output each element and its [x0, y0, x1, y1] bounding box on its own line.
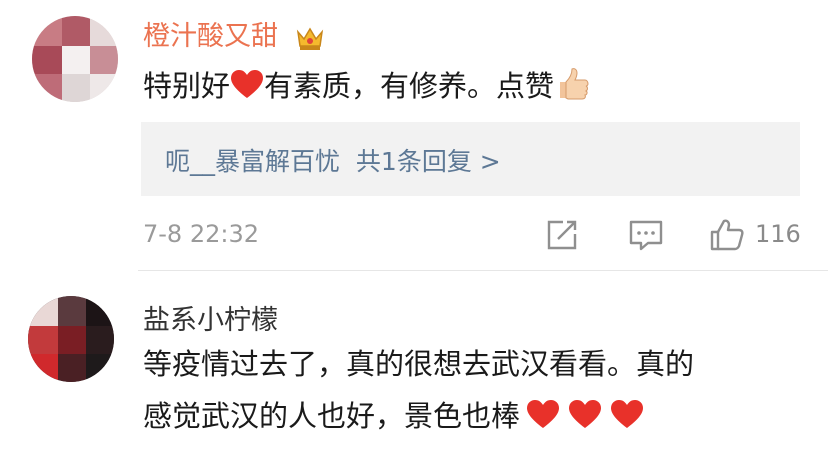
share-icon[interactable] — [543, 216, 581, 254]
comment-text: 等疫情过去了，真的很想去武汉看看。真的 感觉武汉的人也好，景色也棒 — [143, 347, 695, 433]
avatar[interactable] — [32, 16, 118, 102]
avatar[interactable] — [28, 296, 114, 382]
comment-icon[interactable] — [627, 216, 665, 254]
heart-emoji-icon — [527, 400, 560, 428]
crown-icon — [296, 27, 323, 50]
heart-emoji-icon — [611, 400, 644, 428]
username-text[interactable]: 橙汁酸又甜 — [143, 21, 278, 52]
username[interactable]: 橙汁酸又甜 — [143, 14, 325, 53]
reply-link[interactable]: 呃__暴富解百忧 共1条回复 > — [165, 142, 501, 178]
timestamp: 7-8 22:32 — [143, 220, 259, 248]
comment-item: 橙汁酸又甜 特别好 有素质，有修养。点赞 呃__暴富解百忧 共1条回复 > 7-8… — [0, 0, 828, 271]
reply-preview[interactable]: 呃__暴富解百忧 共1条回复 > — [141, 122, 800, 196]
thumbs-up-emoji-icon — [560, 68, 589, 100]
like-count: 116 — [755, 220, 801, 248]
heart-emoji-icon — [231, 70, 264, 98]
comment-meta: 7-8 22:32 116 — [0, 212, 828, 258]
comment-item: 盐系小柠檬 等疫情过去了，真的很想去武汉看看。真的 感觉武汉的人也好，景色也棒 — [0, 272, 828, 455]
divider — [138, 270, 828, 271]
comment-text: 特别好 有素质，有修养。点赞 — [143, 60, 590, 112]
username[interactable]: 盐系小柠檬 — [143, 298, 278, 337]
heart-emoji-icon — [569, 400, 602, 428]
like-icon[interactable] — [708, 216, 746, 254]
